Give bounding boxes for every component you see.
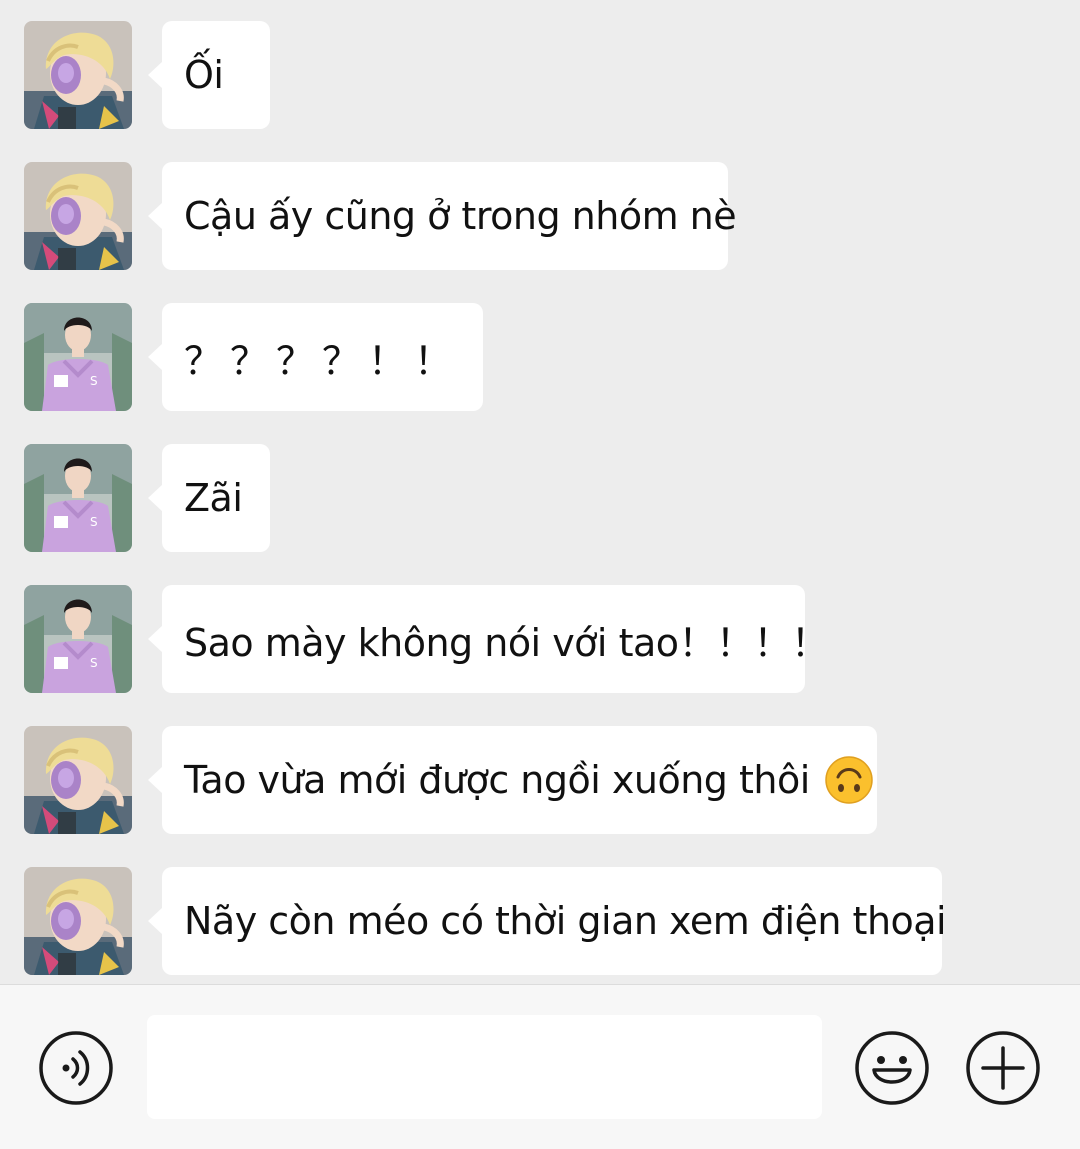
avatar[interactable]	[24, 21, 132, 129]
message-text: Sao mày không nói với tao！！！！	[184, 620, 829, 665]
message-text: Nãy còn méo có thời gian xem điện thoại	[184, 899, 947, 943]
message-text: Ối	[184, 53, 224, 97]
message-bubble[interactable]: Sao mày không nói với tao！！！！	[148, 585, 829, 693]
message-bubble[interactable]: Zãi	[148, 444, 270, 552]
message-bubble[interactable]: Tao vừa mới được ngồi xuống thôi	[148, 726, 877, 834]
avatar[interactable]	[24, 726, 132, 834]
message-bubble[interactable]: Nãy còn méo có thời gian xem điện thoại	[148, 867, 947, 975]
message-list[interactable]: Ối Cậu ấy cũng ở trong nhóm nè S ？？？？！！ …	[0, 0, 1080, 984]
voice-icon[interactable]	[38, 1030, 114, 1106]
chat-screen: Ối Cậu ấy cũng ở trong nhóm nè S ？？？？！！ …	[0, 0, 1080, 1149]
message-text: Tao vừa mới được ngồi xuống thôi	[184, 758, 810, 802]
avatar[interactable]: S	[24, 444, 132, 552]
avatar[interactable]: S	[24, 303, 132, 411]
message-bubble[interactable]: ？？？？！！	[148, 303, 483, 411]
message-text: ？？？？！！	[184, 338, 461, 383]
upside-down-face-icon	[824, 755, 874, 805]
message-input[interactable]	[147, 1015, 822, 1119]
message-bubble[interactable]: Ối	[148, 21, 270, 129]
svg-text:S: S	[90, 374, 98, 388]
svg-text:S: S	[90, 515, 98, 529]
message-text: Cậu ấy cũng ở trong nhóm nè	[184, 194, 737, 238]
input-bar	[0, 984, 1080, 1149]
svg-text:S: S	[90, 656, 98, 670]
avatar[interactable]: S	[24, 585, 132, 693]
emoji-icon[interactable]	[854, 1030, 930, 1106]
avatar[interactable]	[24, 867, 132, 975]
avatar[interactable]	[24, 162, 132, 270]
message-text: Zãi	[184, 476, 243, 520]
message-bubble[interactable]: Cậu ấy cũng ở trong nhóm nè	[148, 162, 737, 270]
plus-icon[interactable]	[965, 1030, 1041, 1106]
